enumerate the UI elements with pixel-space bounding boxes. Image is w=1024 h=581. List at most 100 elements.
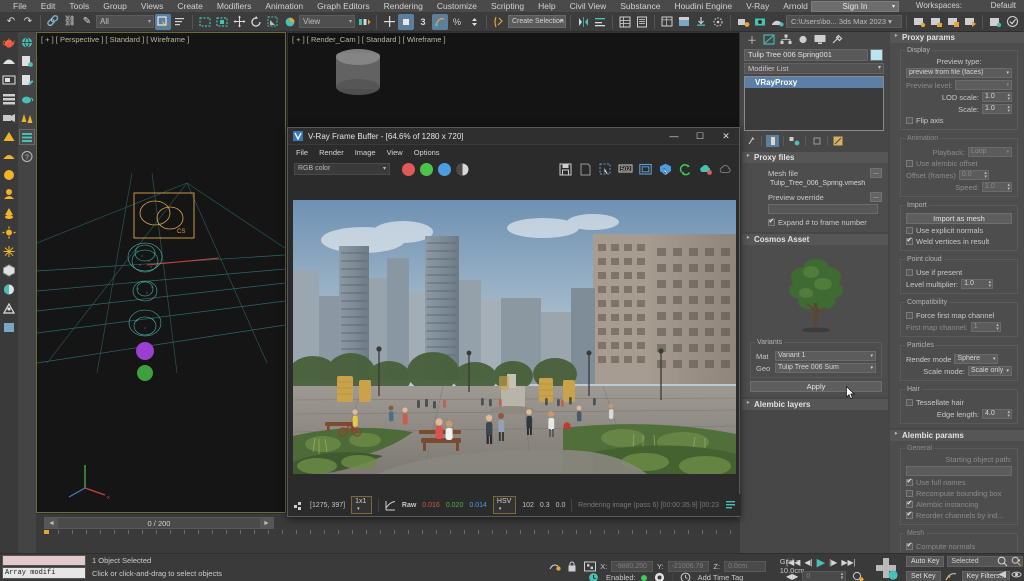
apply-button[interactable]: Apply (750, 381, 882, 392)
selection-filter-combo[interactable]: All ▾ (96, 15, 154, 28)
set-key-button[interactable] (874, 556, 898, 581)
menu-item-substance[interactable]: Substance (613, 1, 667, 11)
menu-item-arnold[interactable]: Arnold (776, 1, 815, 11)
spinner-icon[interactable]: ▴ ▾ (1007, 105, 1010, 113)
log-icon[interactable] (725, 498, 736, 513)
cloud-icon[interactable] (718, 162, 733, 177)
time-config-icon[interactable] (586, 570, 601, 581)
next-frame-button[interactable]: |▶ (829, 558, 837, 567)
light-omni-icon[interactable] (1, 167, 17, 183)
maximize-icon[interactable]: ☐ (687, 128, 713, 145)
menu-item-tools[interactable]: Tools (62, 1, 96, 11)
project-path-combo[interactable]: C:\Users\bo... 3ds Max 2023 ▾ (786, 15, 902, 28)
snaps-toggle-icon[interactable] (381, 14, 397, 30)
scale-mode-combo[interactable]: Scale only ▾ (968, 366, 1012, 376)
align-icon[interactable] (592, 14, 608, 30)
select-by-name-icon[interactable] (172, 14, 188, 30)
spinner-snap-icon[interactable] (432, 13, 448, 30)
light-sun-icon[interactable] (1, 224, 17, 240)
green-channel-toggle[interactable] (420, 162, 433, 176)
modify-tab[interactable] (762, 33, 776, 46)
zoom-icon[interactable] (996, 556, 1008, 567)
workspaces-value[interactable]: Default (991, 1, 1016, 10)
unlink-icon[interactable]: ⛓ (62, 14, 78, 30)
edge-length-field[interactable]: 4.0 ▴ ▾ (982, 409, 1012, 419)
blue-channel-toggle[interactable] (438, 162, 451, 176)
select-link-icon[interactable]: 🔗 (45, 14, 61, 30)
layer-explorer-icon[interactable] (617, 14, 633, 30)
menu-item-rendering[interactable]: Rendering (377, 1, 430, 11)
sign-in-button[interactable]: Sign In ▾ (811, 1, 899, 12)
auto-key-button[interactable]: Auto Key (906, 556, 945, 567)
mirror-icon[interactable] (575, 14, 591, 30)
viewport-perspective[interactable]: CS x [+] [Perspective] [Standard] … (36, 32, 286, 513)
effect-icon[interactable] (1, 319, 17, 335)
percent-snap-toggle-icon[interactable]: % (449, 14, 465, 30)
select-and-rotate-icon[interactable] (248, 14, 264, 30)
remove-modifier-icon[interactable] (810, 135, 823, 147)
save-file-icon[interactable] (945, 14, 961, 30)
rollout-cosmos-asset-header[interactable]: Cosmos Asset (742, 233, 888, 245)
window-crossing-icon[interactable] (214, 14, 230, 30)
ref-coord-system-combo[interactable]: View ▾ (299, 15, 355, 28)
camera-target-icon[interactable] (1, 110, 17, 126)
alpha-channel-toggle[interactable] (456, 163, 469, 176)
vfb-title-bar[interactable]: V-Ray Frame Buffer - [64.6% of 1280 x 72… (288, 128, 739, 145)
curve-editor-icon[interactable] (659, 14, 675, 30)
light-ies-icon[interactable] (1, 186, 17, 202)
vfb-menu-options[interactable]: Options (414, 148, 440, 157)
redo-icon[interactable]: ↷ (20, 14, 36, 30)
zoom-all-icon[interactable] (1010, 556, 1022, 567)
teapot-green-icon[interactable] (19, 91, 35, 107)
mat-variant-combo[interactable]: Variant 1 ▾ (775, 351, 876, 361)
play-button[interactable]: ▶ (817, 556, 825, 569)
rollout-alembic-params-header[interactable]: Alembic params (890, 429, 1024, 441)
vfb-shade-icon[interactable] (658, 162, 673, 177)
viewport-render-cam-label[interactable]: [ + ] [ Render_Cam ] [ Standard ] [ Wire… (292, 35, 446, 44)
save-image-icon[interactable] (558, 162, 573, 177)
material-icon[interactable] (1, 281, 17, 297)
schematic-view-icon[interactable] (676, 14, 692, 30)
pan-icon[interactable] (996, 569, 1008, 580)
rollout-proxy-params-header[interactable]: Proxy params (890, 32, 1024, 43)
modifier-stack-item-vrayproxy[interactable]: VRayProxy (745, 77, 883, 88)
edit-named-sets-icon[interactable] (491, 14, 507, 30)
light-sky-icon[interactable] (1, 243, 17, 259)
menu-item-file[interactable]: File (6, 1, 34, 11)
make-unique-icon[interactable] (788, 135, 801, 147)
spinner-icon[interactable]: ▴ ▾ (841, 572, 844, 581)
preview-type-combo[interactable]: preview from file (faces) ▾ (906, 68, 1012, 78)
globe-icon[interactable] (19, 34, 35, 50)
refresh-icon[interactable] (678, 162, 693, 177)
geo-variant-combo[interactable]: Tulip Tree 006 Sum ▾ (775, 363, 876, 373)
close-icon[interactable]: ✕ (713, 128, 739, 145)
activeshade-icon[interactable] (769, 14, 785, 30)
preview-override-field[interactable] (768, 204, 878, 214)
viewport-perspective-label[interactable]: [ + ] [ Perspective ] [ Standard ] [ Wir… (41, 35, 189, 44)
hierarchy-tab[interactable] (779, 33, 793, 46)
render-production-icon[interactable] (735, 14, 751, 30)
teapot-icon[interactable]: 🫖 (1, 34, 17, 50)
object-name-field[interactable]: Tulip Tree 006 Spring001 (744, 49, 868, 61)
add-time-tag-label[interactable]: Add Time Tag (698, 573, 744, 581)
show-end-result-icon[interactable] (766, 135, 779, 147)
vfb-menu-render[interactable]: Render (319, 148, 344, 157)
menu-item-help[interactable]: Help (531, 1, 562, 11)
maxscript-mini-listener-output[interactable] (2, 555, 86, 566)
percent-snap-3d-icon[interactable]: 3 (415, 14, 431, 30)
configure-modifier-sets-icon[interactable] (832, 135, 845, 147)
save-as-icon[interactable] (962, 14, 978, 30)
light-spot-icon[interactable] (1, 129, 17, 145)
lock-selection-icon[interactable] (565, 559, 578, 574)
color-mode-combo[interactable]: HSV ▾ (492, 496, 517, 514)
page-edit-icon[interactable] (19, 72, 35, 88)
preview-override-browse-button[interactable]: ... (870, 192, 882, 202)
vfb-menu-image[interactable]: Image (355, 148, 376, 157)
rendered-frame-window-icon[interactable] (752, 14, 768, 30)
scene-explorer-icon[interactable] (634, 14, 650, 30)
time-tag-toggle-icon[interactable] (652, 570, 667, 581)
zoom-level-combo[interactable]: 1x1 ▾ (351, 496, 373, 514)
go-to-start-button[interactable]: |◀◀ (786, 558, 800, 567)
frame-prev-button[interactable]: ◄ (45, 518, 58, 528)
rollout-scroll-area[interactable]: Proxy files Mesh file ... Tulip_Tree_006… (742, 152, 888, 552)
